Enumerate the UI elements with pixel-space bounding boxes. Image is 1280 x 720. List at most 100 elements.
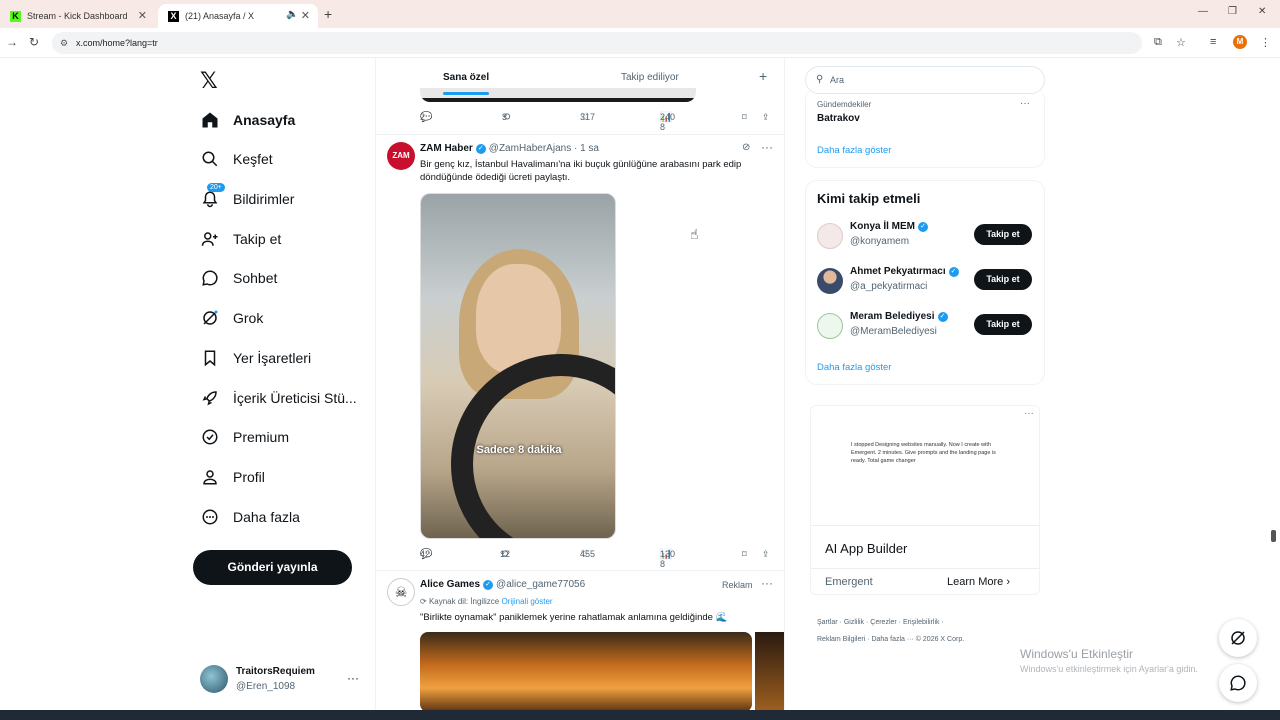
tweet-text: "Birlikte oynamak" paniklemek yerine rah… <box>420 612 728 623</box>
close-tab-icon[interactable]: ✕ <box>138 9 147 22</box>
speaker-icon[interactable]: 🔈 <box>286 9 298 20</box>
ad-card[interactable]: I stopped Designing websites manually. N… <box>810 405 1040 595</box>
tweet-video[interactable]: Sadece 8 dakika <box>420 193 616 539</box>
tweet-image[interactable] <box>420 632 752 710</box>
follow-suggestion[interactable]: Ahmet Pekyatırmacı ✓ @a_pekyatirmaci Taki… <box>817 266 1037 300</box>
translation-line: ⟳ Kaynak dil: İngilizce Orijinali göster <box>420 597 553 606</box>
address-bar[interactable]: ⚙ x.com/home?lang=tr <box>52 32 1142 54</box>
windows-activation-title: Windows'u Etkinleştir <box>1020 647 1133 661</box>
tab-following[interactable]: Takip ediliyor <box>621 72 679 83</box>
grok-icon[interactable]: ⊘ <box>742 142 750 153</box>
tweet-author-name[interactable]: Alice Games <box>420 579 480 590</box>
menu-icon[interactable]: ⋮ <box>1260 36 1271 49</box>
nav-label: Takip et <box>233 231 282 247</box>
tweet-image-next[interactable] <box>755 632 784 710</box>
star-icon[interactable]: ☆ <box>1176 36 1186 49</box>
bookmark-icon[interactable]: ⌑ <box>742 112 747 123</box>
x-logo-icon[interactable]: 𝕏 <box>200 68 218 94</box>
site-info-icon[interactable]: ⚙ <box>60 32 68 54</box>
show-more-follow-link[interactable]: Daha fazla göster <box>817 362 891 373</box>
tab-for-you[interactable]: Sana özel <box>443 72 489 83</box>
scrollbar[interactable] <box>1271 530 1276 542</box>
follow-button[interactable]: Takip et <box>974 224 1032 245</box>
install-icon[interactable]: ⧉ <box>1154 36 1162 49</box>
url-text: x.com/home?lang=tr <box>76 38 158 48</box>
avatar[interactable]: ZAM <box>387 142 415 170</box>
nav-more[interactable]: Daha fazla <box>200 502 300 532</box>
nav-explore[interactable]: Keşfet <box>200 144 273 174</box>
grok-fab[interactable] <box>1219 619 1257 657</box>
reload-icon[interactable]: ↻ <box>29 35 39 49</box>
more-dots-icon[interactable]: ··· <box>347 671 359 685</box>
media-icon[interactable]: ≡ <box>1210 36 1216 48</box>
follow-suggestion[interactable]: Meram Belediyesi ✓ @MeramBelediyesi Takip… <box>817 311 1037 345</box>
source-language: Kaynak dil: İngilizce <box>428 597 500 606</box>
ad-image[interactable]: I stopped Designing websites manually. N… <box>811 406 1039 526</box>
forward-icon[interactable]: → <box>6 35 18 49</box>
nav-home[interactable]: Anasayfa <box>200 105 295 135</box>
footer-links[interactable]: Reklam Bilgileri · Daha fazla ··· © 2026… <box>817 636 964 643</box>
verified-icon: ✓ <box>918 221 929 232</box>
ad-label: Reklam <box>722 580 753 590</box>
avatar <box>817 268 843 294</box>
tweet-author-name[interactable]: ZAM Haber <box>420 143 473 154</box>
close-tab-icon[interactable]: ✕ <box>301 9 310 22</box>
tweet-author-handle[interactable]: @alice_game77056 <box>496 579 585 590</box>
avatar <box>817 313 843 339</box>
nav-notifications[interactable]: 20+ Bildirimler <box>200 183 294 214</box>
divider <box>376 134 784 135</box>
browser-tab-kick[interactable]: K Stream - Kick Dashboard ✕ <box>0 4 155 28</box>
more-dots-icon[interactable]: ··· <box>1024 408 1034 419</box>
nav-bookmarks[interactable]: Yer İşaretleri <box>200 343 311 373</box>
tweet-actions: 💬 2 ⟲ 3 ♡ 317 📊 240 8 ⌑ ⇪ <box>420 112 770 132</box>
premium-icon <box>200 427 220 447</box>
profile-avatar[interactable]: M <box>1233 35 1247 49</box>
restore-icon[interactable]: ❐ <box>1228 6 1237 17</box>
account-switcher[interactable]: TraitorsRequiem @Eren_1098 ··· <box>200 663 370 699</box>
nav-creator-studio[interactable]: İçerik Üreticisi Stü... <box>200 383 357 413</box>
more-dots-icon[interactable]: ··· <box>761 576 773 590</box>
nav-follow[interactable]: Takip et <box>200 224 281 254</box>
new-tab-icon[interactable]: + <box>324 6 332 22</box>
messages-fab[interactable] <box>1219 664 1257 702</box>
learn-more-button[interactable]: Learn More › <box>947 576 1010 588</box>
avatar[interactable]: ☠ <box>387 578 415 606</box>
more-dots-icon[interactable]: ··· <box>761 140 773 154</box>
bookmark-icon <box>200 348 220 368</box>
home-icon <box>200 110 220 130</box>
footer-links[interactable]: Şartlar · Gizlilik · Çerezler · Erişileb… <box>817 619 944 626</box>
browser-toolbar: → ↻ ⚙ x.com/home?lang=tr ⧉ ☆ ≡ M ⋮ <box>0 28 1280 58</box>
nav-premium[interactable]: Premium <box>200 422 289 452</box>
nav-chat[interactable]: Sohbet <box>200 263 277 293</box>
tweet-author-handle[interactable]: @ZamHaberAjans · 1 sa <box>489 143 599 154</box>
browser-tab-x[interactable]: X (21) Anasayfa / X 🔈 ✕ <box>158 4 318 28</box>
show-more-trends-link[interactable]: Daha fazla göster <box>817 145 891 156</box>
follow-button[interactable]: Takip et <box>974 314 1032 335</box>
bell-icon: 20+ <box>200 183 225 209</box>
nav-label: Profil <box>233 469 265 485</box>
share-icon[interactable]: ⇪ <box>762 112 770 123</box>
minimize-icon[interactable]: — <box>1198 6 1208 17</box>
add-list-icon[interactable]: + <box>759 68 767 84</box>
post-button[interactable]: Gönderi yayınla <box>193 550 352 585</box>
bookmark-icon[interactable]: ⌑ <box>742 549 747 560</box>
nav-profile[interactable]: Profil <box>200 462 265 492</box>
more-dots-icon[interactable]: ··· <box>1020 98 1030 109</box>
windows-taskbar <box>0 710 1280 720</box>
share-icon[interactable]: ⇪ <box>762 549 770 560</box>
trend-name[interactable]: Batrakov <box>817 113 860 124</box>
rocket-icon <box>200 388 220 408</box>
left-navigation: 𝕏 Anasayfa Keşfet 20+ Bildirimler Takip … <box>190 60 370 710</box>
window-close-icon[interactable]: ✕ <box>1258 6 1266 17</box>
follow-button[interactable]: Takip et <box>974 269 1032 290</box>
grok-icon <box>1231 631 1245 645</box>
verified-icon: ✓ <box>948 266 959 277</box>
nav-grok[interactable]: Grok <box>200 303 263 333</box>
follow-suggestion[interactable]: Konya İl MEM ✓ @konyamem Takip et <box>817 221 1037 255</box>
suggestion-handle: @MeramBelediyesi <box>850 326 937 337</box>
show-original-link[interactable]: Orijinali göster <box>501 597 552 606</box>
suggestion-name: Ahmet Pekyatırmacı ✓ <box>850 266 959 277</box>
who-to-follow-title: Kimi takip etmeli <box>817 191 921 206</box>
nav-label: İçerik Üreticisi Stü... <box>233 390 357 406</box>
avatar <box>817 223 843 249</box>
